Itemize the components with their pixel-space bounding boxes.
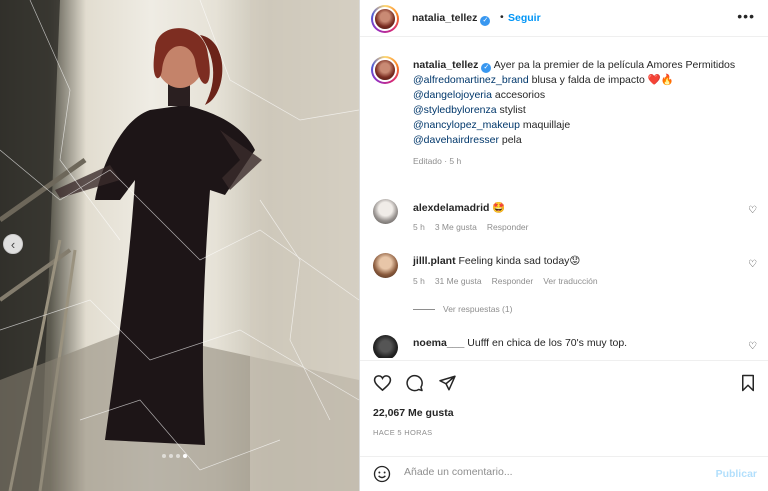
- comment-text: alexdelamadrid 🤩: [413, 202, 506, 214]
- comment-username[interactable]: alexdelamadrid: [413, 202, 489, 214]
- comment-likes[interactable]: 3 Me gusta: [435, 222, 477, 232]
- mention-link[interactable]: @alfredomartinez_brand: [413, 74, 529, 86]
- separator-dot: •: [500, 11, 504, 23]
- comment-time[interactable]: 5 h: [413, 222, 425, 232]
- post-header: natalia_tellez ✓ • Seguir •••: [360, 0, 768, 37]
- reply-button[interactable]: Responder: [487, 222, 529, 232]
- post-timestamp[interactable]: HACE 5 HORAS: [373, 428, 432, 437]
- photo-illustration: [0, 0, 359, 491]
- reply-button[interactable]: Responder: [492, 276, 534, 286]
- post-panel: natalia_tellez ✓ • Seguir ••• natalia_tel…: [359, 0, 768, 491]
- caption-first-line: natalia_tellez ✓ Ayer pa la premier de la…: [413, 58, 753, 73]
- verified-icon: ✓: [481, 63, 492, 73]
- replies-line: [413, 308, 435, 310]
- comments-area[interactable]: natalia_tellez ✓ Ayer pa la premier de la…: [360, 38, 768, 358]
- post-actions: 22,067 Me gusta HACE 5 HORAS: [360, 360, 768, 456]
- comment-likes[interactable]: 31 Me gusta: [435, 276, 482, 286]
- comment-username[interactable]: jilll.plant: [413, 255, 456, 267]
- comment-meta: 5 h 31 Me gusta Responder Ver traducción: [413, 276, 598, 286]
- carousel-dots: [162, 454, 187, 458]
- heart-icon[interactable]: ♡: [748, 259, 757, 270]
- heart-icon[interactable]: ♡: [748, 205, 757, 216]
- caption-line: @dangelojoyeria accesorios: [413, 89, 546, 101]
- caption-edited: Editado · 5 h: [413, 156, 462, 166]
- comment-input[interactable]: [404, 466, 704, 478]
- caption-line: @davehairdresser pela: [413, 134, 522, 146]
- likes-count[interactable]: 22,067 Me gusta: [373, 407, 454, 419]
- caption-username[interactable]: natalia_tellez: [413, 59, 478, 71]
- comment-time[interactable]: 5 h: [413, 276, 425, 286]
- verified-icon: ✓: [480, 16, 491, 26]
- heart-icon[interactable]: ♡: [748, 341, 757, 352]
- comment-text: jilll.plant Feeling kinda sad today😟: [413, 255, 581, 267]
- comment-username[interactable]: noema___: [413, 337, 464, 349]
- post-image[interactable]: ‹: [0, 0, 359, 491]
- caption-line: @alfredomartinez_brand blusa y falda de …: [413, 74, 674, 86]
- caption-line: @nancylopez_makeup maquillaje: [413, 119, 571, 131]
- author-name[interactable]: natalia_tellez ✓: [412, 12, 491, 26]
- translate-button[interactable]: Ver traducción: [543, 276, 597, 286]
- comment-meta: 5 h 3 Me gusta Responder: [413, 222, 528, 232]
- heart-icon[interactable]: [373, 374, 392, 392]
- carousel-dot: [176, 454, 180, 458]
- avatar[interactable]: [373, 253, 398, 278]
- avatar[interactable]: [371, 5, 399, 33]
- avatar[interactable]: [373, 335, 398, 358]
- prev-arrow-icon[interactable]: ‹: [3, 234, 23, 254]
- share-icon[interactable]: [438, 374, 457, 392]
- emoji-icon[interactable]: [373, 465, 391, 483]
- comment-text: noema___ Uufff en chica de los 70's muy …: [413, 337, 628, 349]
- comment-icon[interactable]: [405, 374, 424, 392]
- add-comment-bar: Publicar: [360, 456, 768, 491]
- carousel-dot: [162, 454, 166, 458]
- mention-link[interactable]: @dangelojoyeria: [413, 89, 492, 101]
- caption: natalia_tellez ✓ Ayer pa la premier de la…: [413, 58, 753, 169]
- more-options-icon[interactable]: •••: [737, 8, 755, 24]
- mention-link[interactable]: @nancylopez_makeup: [413, 119, 520, 131]
- mention-link[interactable]: @davehairdresser: [413, 134, 499, 146]
- mention-link[interactable]: @styledbylorenza: [413, 104, 497, 116]
- follow-button[interactable]: Seguir: [508, 12, 541, 24]
- bookmark-icon[interactable]: [740, 374, 756, 392]
- caption-line: @styledbylorenza stylist: [413, 104, 526, 116]
- caption-avatar[interactable]: [371, 56, 399, 84]
- caption-text: Ayer pa la premier de la película Amores…: [493, 59, 736, 71]
- view-replies-button[interactable]: Ver respuestas (1): [413, 304, 512, 314]
- carousel-dot: [169, 454, 173, 458]
- avatar[interactable]: [373, 199, 398, 224]
- publish-button[interactable]: Publicar: [716, 468, 757, 480]
- carousel-dot-active: [183, 454, 187, 458]
